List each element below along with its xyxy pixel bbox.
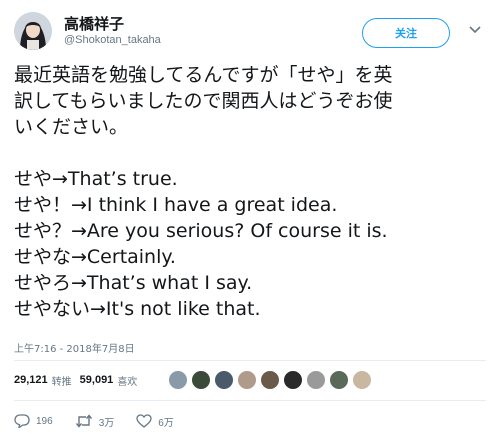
liker-avatar[interactable] — [352, 370, 372, 390]
tweet-line: せや→That’s true. — [14, 168, 178, 190]
like-action-count: 6万 — [158, 417, 174, 429]
follow-button-label: 关注 — [395, 27, 417, 40]
tweet-line — [14, 140, 488, 166]
liker-avatar[interactable] — [260, 370, 280, 390]
tweet-stats: 29,121 转推 59,091 喜欢 — [14, 366, 145, 394]
retweet-count[interactable]: 29,121 — [14, 374, 48, 386]
retweet-action-count: 3万 — [98, 417, 115, 429]
divider — [14, 400, 486, 401]
tweet-line: せやない→It's not like that. — [14, 298, 261, 320]
tweet-line: いください。 — [14, 116, 129, 138]
liker-avatars — [168, 370, 375, 390]
liker-avatar[interactable] — [329, 370, 349, 390]
reply-icon — [14, 414, 30, 428]
reply-count: 196 — [36, 415, 53, 427]
tweet-timestamp[interactable]: 上午7:16 - 2018年7月8日 — [14, 340, 135, 355]
liker-avatar[interactable] — [214, 370, 234, 390]
tweet-text: 最近英語を勉強してるんですが「せや」を英 訳してもらいましたので関西人はどうぞお… — [14, 62, 488, 322]
avatar-photo — [14, 12, 52, 50]
reply-button[interactable]: 196 — [14, 414, 53, 428]
retweet-label[interactable]: 转推 — [52, 373, 72, 388]
avatar[interactable] — [14, 12, 52, 50]
user-name[interactable]: 高橋祥子 — [64, 13, 124, 34]
retweet-icon — [75, 414, 93, 428]
liker-avatar[interactable] — [306, 370, 326, 390]
tweet-line: せやな→Certainly. — [14, 246, 176, 268]
follow-button[interactable]: 关注 — [362, 18, 450, 48]
tweet-line: 最近英語を勉強してるんですが「せや」を英 — [14, 64, 393, 86]
like-button[interactable]: 6万 — [136, 414, 174, 429]
like-count[interactable]: 59,091 — [80, 374, 114, 386]
tweet-line: 訳してもらいましたので関西人はどうぞお使 — [14, 90, 393, 112]
user-handle[interactable]: @Shokotan_takaha — [64, 34, 161, 46]
liker-avatar[interactable] — [168, 370, 188, 390]
tweet-header: 高橋祥子 @Shokotan_takaha 关注 — [0, 0, 500, 64]
chevron-down-icon[interactable] — [467, 22, 483, 38]
divider — [14, 360, 486, 361]
retweet-button[interactable]: 3万 — [75, 414, 115, 429]
heart-icon — [136, 414, 152, 428]
liker-avatar[interactable] — [191, 370, 211, 390]
tweet-line: せや！→I think I have a great idea. — [14, 194, 338, 216]
tweet-line: せやろ→That’s what I say. — [14, 272, 253, 294]
liker-avatar[interactable] — [237, 370, 257, 390]
tweet-line: せや？→Are you serious? Of course it is. — [14, 220, 388, 242]
like-label[interactable]: 喜欢 — [117, 373, 137, 388]
tweet-actions: 196 3万 6万 — [14, 410, 196, 432]
liker-avatar[interactable] — [283, 370, 303, 390]
